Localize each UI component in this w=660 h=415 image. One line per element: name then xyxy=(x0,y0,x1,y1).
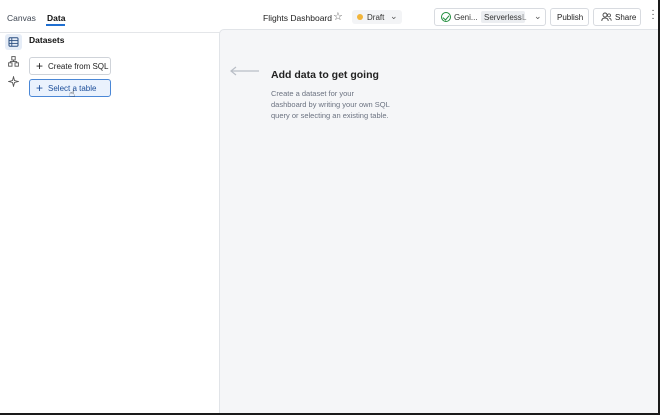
share-button[interactable]: Share xyxy=(593,8,641,26)
active-tab-indicator xyxy=(46,24,65,26)
more-options-icon[interactable]: · · · xyxy=(650,6,656,24)
compute-name: Geni... xyxy=(454,13,478,22)
publish-button[interactable]: Publish xyxy=(550,8,589,26)
rail-assistant[interactable] xyxy=(5,73,22,89)
app-window: Canvas Data Flights Dashboard ☆ Draft ⌄ … xyxy=(0,0,658,413)
plus-icon: + xyxy=(36,81,44,95)
plus-icon: + xyxy=(36,59,44,73)
rail-datasets[interactable] xyxy=(5,34,22,50)
datasets-icon xyxy=(8,37,19,47)
sparkle-icon xyxy=(8,76,19,87)
datasets-heading: Datasets xyxy=(29,35,65,45)
arrow-left-icon xyxy=(230,66,259,76)
lineage-icon xyxy=(8,56,19,67)
data-canvas: Add data to get going Create a dataset f… xyxy=(219,29,658,413)
create-from-sql-label: Create from SQL xyxy=(48,62,109,71)
hand-cursor-icon: ☝ xyxy=(69,89,76,100)
star-icon[interactable]: ☆ xyxy=(333,10,343,23)
share-label: Share xyxy=(615,13,637,22)
compute-size: L xyxy=(522,13,527,22)
check-circle-icon xyxy=(441,12,451,22)
users-icon xyxy=(601,12,612,24)
chevron-down-icon: ⌄ xyxy=(390,11,398,21)
compute-selector[interactable]: Geni... Serverless L ⌄ xyxy=(434,8,546,26)
draft-status-dropdown[interactable]: Draft ⌄ xyxy=(352,10,402,24)
tab-data[interactable]: Data xyxy=(47,13,65,23)
tab-canvas[interactable]: Canvas xyxy=(7,13,36,23)
publish-label: Publish xyxy=(557,13,584,22)
status-dot xyxy=(357,14,363,20)
compute-type-badge: Serverless xyxy=(481,11,525,23)
dashboard-title[interactable]: Flights Dashboard xyxy=(263,13,332,23)
empty-state-title: Add data to get going xyxy=(271,69,379,81)
status-label: Draft xyxy=(367,13,385,22)
empty-state-description: Create a dataset for your dashboard by w… xyxy=(271,89,390,120)
chevron-down-icon: ⌄ xyxy=(534,11,542,21)
create-from-sql-button[interactable]: + Create from SQL xyxy=(29,57,111,75)
rail-lineage[interactable] xyxy=(5,53,22,69)
